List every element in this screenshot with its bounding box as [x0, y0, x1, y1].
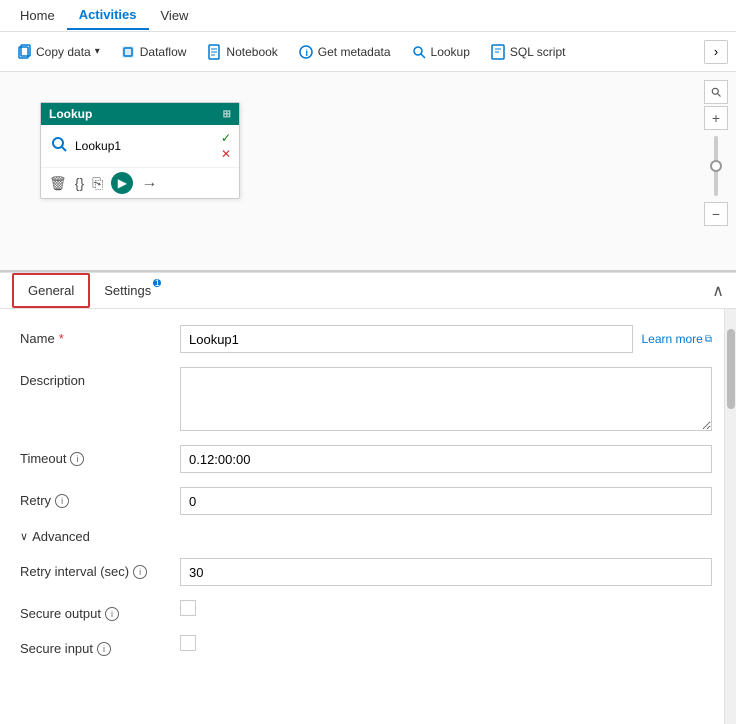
- retry-interval-row: Retry interval (sec) i: [20, 558, 712, 586]
- node-header-icon: ⊞: [223, 109, 231, 120]
- retry-row: Retry i: [20, 487, 712, 515]
- description-textarea[interactable]: [180, 367, 712, 431]
- props-header: General Settings 1 ∧: [0, 273, 736, 309]
- external-link-icon: ⧉: [705, 334, 712, 345]
- retry-control-wrap: [180, 487, 712, 515]
- sql-script-button[interactable]: SQL script: [482, 40, 574, 64]
- pipeline-node[interactable]: Lookup ⊞ Lookup1 ✓ ✕ 🗑 {} ⎘ ▶ →: [40, 102, 240, 199]
- copy-data-label: Copy data: [36, 45, 91, 59]
- toolbar: Copy data ▾ Dataflow Notebook i Get meta…: [0, 32, 736, 72]
- timeout-input[interactable]: [180, 445, 712, 473]
- notebook-icon: [206, 44, 222, 60]
- description-label: Description: [20, 367, 180, 388]
- node-run-button[interactable]: ▶: [111, 172, 133, 194]
- menu-activities[interactable]: Activities: [67, 1, 149, 30]
- notebook-label: Notebook: [226, 45, 277, 59]
- lookup-toolbar-label: Lookup: [431, 45, 470, 59]
- get-metadata-icon: i: [298, 44, 314, 60]
- retry-interval-label: Retry interval (sec) i: [20, 558, 180, 579]
- zoom-slider-track[interactable]: [714, 136, 718, 196]
- secure-output-control-wrap: [180, 600, 712, 616]
- canvas-zoom-in-button[interactable]: +: [704, 106, 728, 130]
- secure-input-control-wrap: [180, 635, 712, 651]
- retry-input[interactable]: [180, 487, 712, 515]
- timeout-row: Timeout i: [20, 445, 712, 473]
- node-header: Lookup ⊞: [41, 103, 239, 125]
- retry-interval-info-icon[interactable]: i: [133, 565, 147, 579]
- toolbar-more-button[interactable]: ›: [704, 40, 728, 64]
- lookup-toolbar-button[interactable]: Lookup: [403, 40, 478, 64]
- canvas-area[interactable]: Lookup ⊞ Lookup1 ✓ ✕ 🗑 {} ⎘ ▶ →: [0, 72, 736, 272]
- canvas-zoom-out-button[interactable]: −: [704, 202, 728, 226]
- get-metadata-button[interactable]: i Get metadata: [290, 40, 399, 64]
- lookup-node-icon: [49, 134, 69, 159]
- tab-general[interactable]: General: [12, 273, 90, 308]
- dataflow-button[interactable]: Dataflow: [112, 40, 195, 64]
- node-name: Lookup1: [75, 139, 215, 153]
- lookup-toolbar-icon: [411, 44, 427, 60]
- retry-interval-input[interactable]: [180, 558, 712, 586]
- scrollbar-thumb: [727, 329, 735, 409]
- retry-label: Retry i: [20, 487, 180, 508]
- canvas-search-button[interactable]: [704, 80, 728, 104]
- node-actions: 🗑 {} ⎘ ▶ →: [41, 167, 239, 198]
- retry-info-icon[interactable]: i: [55, 494, 69, 508]
- name-row: Name * Learn more ⧉: [20, 325, 712, 353]
- notebook-button[interactable]: Notebook: [198, 40, 285, 64]
- advanced-chevron-icon: ∨: [20, 530, 28, 543]
- retry-interval-control-wrap: [180, 558, 712, 586]
- secure-output-info-icon[interactable]: i: [105, 607, 119, 621]
- timeout-control-wrap: [180, 445, 712, 473]
- menu-home[interactable]: Home: [8, 2, 67, 29]
- copy-data-icon: [16, 44, 32, 60]
- secure-input-info-icon[interactable]: i: [97, 642, 111, 656]
- name-required: *: [59, 331, 64, 346]
- get-metadata-label: Get metadata: [318, 45, 391, 59]
- menu-view[interactable]: View: [149, 2, 201, 29]
- canvas-controls: + −: [704, 80, 728, 226]
- node-arrow-icon[interactable]: →: [141, 174, 157, 192]
- node-params-icon[interactable]: {}: [75, 175, 84, 191]
- node-status-icons: ✓ ✕: [221, 131, 231, 161]
- tab-settings[interactable]: Settings 1: [90, 275, 165, 306]
- copy-data-button[interactable]: Copy data ▾: [8, 40, 108, 64]
- timeout-info-icon[interactable]: i: [70, 452, 84, 466]
- main-layout: Lookup ⊞ Lookup1 ✓ ✕ 🗑 {} ⎘ ▶ →: [0, 72, 736, 724]
- right-scrollbar[interactable]: [724, 309, 736, 724]
- secure-output-row: Secure output i: [20, 600, 712, 621]
- description-control-wrap: [180, 367, 712, 431]
- status-x-icon: ✕: [221, 147, 231, 161]
- description-row: Description: [20, 367, 712, 431]
- learn-more-link[interactable]: Learn more ⧉: [641, 332, 712, 346]
- node-copy-icon[interactable]: ⎘: [92, 175, 103, 192]
- sql-script-icon: [490, 44, 506, 60]
- name-control-wrap: Learn more ⧉: [180, 325, 712, 353]
- name-input[interactable]: [180, 325, 633, 353]
- secure-output-checkbox[interactable]: [180, 600, 196, 616]
- secure-output-label: Secure output i: [20, 600, 180, 621]
- zoom-slider-thumb: [710, 160, 722, 172]
- dataflow-label: Dataflow: [140, 45, 187, 59]
- advanced-toggle[interactable]: ∨ Advanced: [20, 529, 712, 544]
- properties-panel: General Settings 1 ∧ Name *: [0, 272, 736, 724]
- secure-input-checkbox[interactable]: [180, 635, 196, 651]
- svg-text:i: i: [305, 48, 308, 58]
- settings-badge: 1: [153, 279, 161, 287]
- node-body: Lookup1 ✓ ✕: [41, 125, 239, 167]
- sql-script-label: SQL script: [510, 45, 566, 59]
- node-header-label: Lookup: [49, 107, 92, 121]
- node-delete-icon[interactable]: 🗑: [49, 175, 67, 192]
- props-collapse-button[interactable]: ∧: [712, 281, 724, 301]
- advanced-label: Advanced: [32, 529, 90, 544]
- props-body: Name * Learn more ⧉ Description: [0, 309, 736, 724]
- name-label: Name *: [20, 325, 180, 346]
- props-tabs: General Settings 1: [12, 273, 165, 308]
- timeout-label: Timeout i: [20, 445, 180, 466]
- menu-bar: Home Activities View: [0, 0, 736, 32]
- status-check-icon: ✓: [221, 131, 231, 145]
- secure-input-label: Secure input i: [20, 635, 180, 656]
- secure-input-row: Secure input i: [20, 635, 712, 656]
- dataflow-icon: [120, 44, 136, 60]
- copy-data-dropdown-icon: ▾: [95, 46, 100, 57]
